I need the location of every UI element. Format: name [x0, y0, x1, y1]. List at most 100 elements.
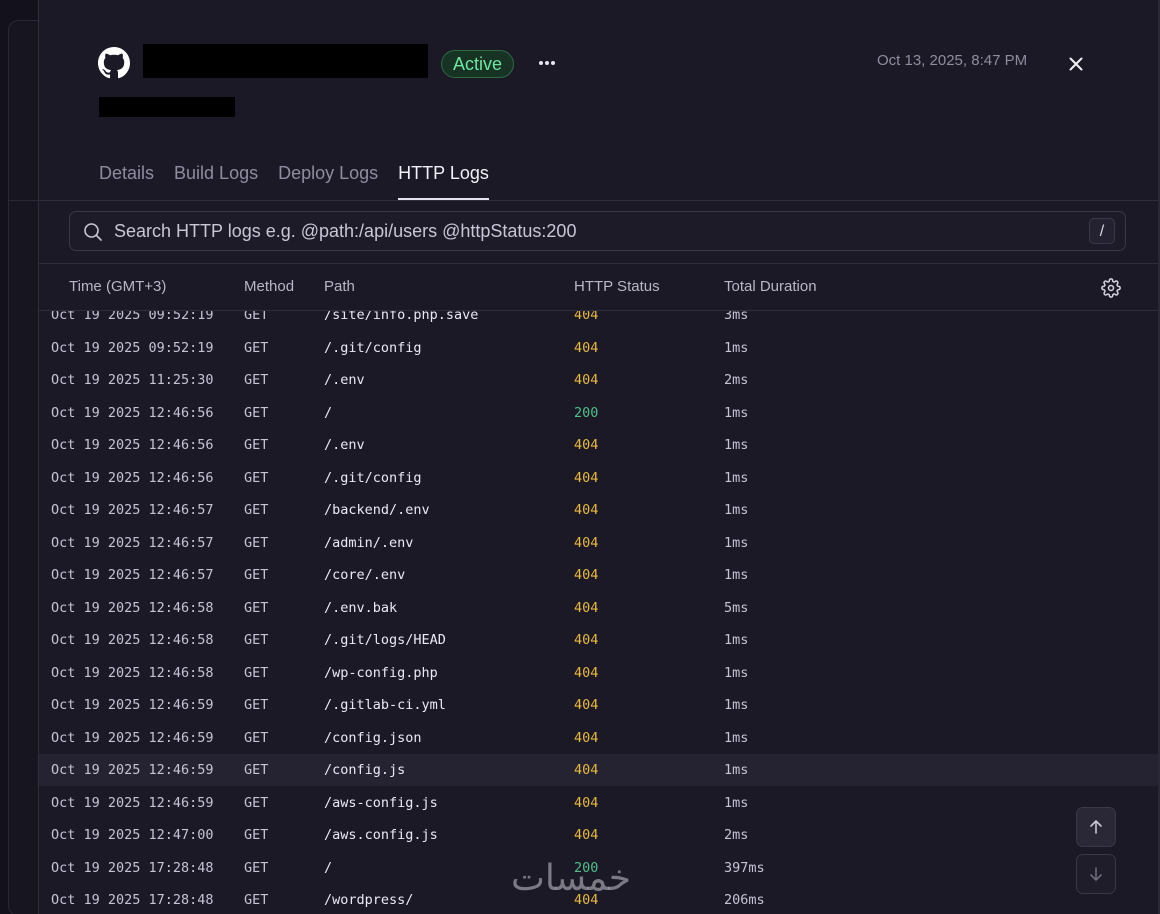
cell-path: /site/info.php.save [324, 311, 479, 323]
cell-http-status: 404 [574, 567, 599, 583]
search-box: / [69, 211, 1126, 251]
github-icon [98, 47, 130, 79]
table-row[interactable]: Oct 19 2025 12:46:58 GET /.env.bak 404 5ms [39, 592, 1158, 624]
table-row[interactable]: Oct 19 2025 12:46:56 GET / 200 1ms [39, 397, 1158, 429]
cell-method: GET [244, 729, 269, 746]
cell-time: Oct 19 2025 12:46:56 [51, 469, 214, 486]
cell-path: /wp-config.php [324, 664, 438, 681]
arrow-down-icon [1090, 867, 1102, 881]
table-row[interactable]: Oct 19 2025 12:46:57 GET/backend/.env 404 1… [39, 494, 1158, 526]
cell-http-status: 404 [574, 762, 599, 778]
table-row[interactable]: Oct 19 2025 09:52:19 GET /.git/config 404 1m… [39, 332, 1158, 364]
cell-path: / [324, 859, 333, 876]
column-header-total-duration[interactable]: Total Duration [724, 278, 817, 295]
cell-method: GET [244, 697, 269, 713]
cell-time: Oct 19 2025 09:52:19 [51, 339, 214, 356]
cell-http-status: 404 [574, 534, 599, 551]
cell-method: GET [244, 437, 269, 453]
table-row[interactable]: Oct 19 2025 12:46:57 GET/admin/.env 404 1ms [39, 527, 1158, 559]
tab-build-logs[interactable]: Build Logs [174, 160, 258, 200]
cell-time: Oct 19 2025 12:46:59 [51, 729, 214, 746]
cell-path: /.git/config [324, 469, 422, 486]
cell-time: Oct 19 2025 12:46:59 [51, 762, 214, 778]
http-logs-table-body[interactable]: Oct 19 2025 09:52:19 GET/site/info.php.sa… [39, 299, 1158, 914]
scroll-down-button[interactable] [1076, 854, 1116, 894]
cell-method: GET [244, 599, 269, 616]
cell-method: GET [244, 664, 269, 681]
table-row[interactable]: Oct 19 2025 12:46:58 GET/wp-config.php 404… [39, 657, 1158, 689]
search-shortcut-key: / [1089, 218, 1115, 244]
cell-method: GET [244, 859, 269, 876]
cell-time: Oct 19 2025 12:46:56 [51, 404, 214, 421]
cell-path: /wordpress/ [324, 892, 414, 908]
cell-path: /aws.config.js [324, 827, 438, 843]
cell-total-duration: 5ms [724, 599, 749, 616]
cell-time: Oct 19 2025 12:46:59 [51, 794, 214, 811]
cell-http-status: 404 [574, 372, 599, 388]
cell-path: /config.js [324, 762, 406, 778]
cell-http-status: 404 [574, 599, 599, 616]
cell-path: /admin/.env [324, 534, 414, 551]
background-divider [8, 200, 38, 201]
table-settings-button[interactable] [1101, 278, 1121, 298]
cell-total-duration: 1ms [724, 567, 749, 583]
search-icon [84, 223, 102, 241]
tab-deploy-logs[interactable]: Deploy Logs [278, 160, 378, 200]
cell-method: GET [244, 567, 269, 583]
cell-http-status: 404 [574, 697, 599, 713]
cell-path: /backend/.env [324, 502, 430, 518]
search-input[interactable] [114, 216, 1074, 246]
watermark-logo: خمسات [511, 858, 632, 899]
cell-path: /aws-config.js [324, 794, 438, 811]
page: Active Oct 13, 2025, 8:47 PM Details Bui… [0, 0, 1160, 914]
tab-details[interactable]: Details [99, 160, 154, 200]
cell-time: Oct 19 2025 12:46:58 [51, 599, 214, 616]
table-row[interactable]: Oct 19 2025 11:25:30 GET /.env 404 2ms [39, 364, 1158, 396]
cell-http-status: 200 [574, 404, 599, 421]
column-header-path[interactable]: Path [324, 278, 355, 295]
more-options-button[interactable] [533, 50, 561, 76]
cell-time: Oct 19 2025 12:46:56 [51, 437, 214, 453]
cell-path: /.env [324, 372, 365, 388]
table-row[interactable]: Oct 19 2025 12:46:56 GET /.git/config 404 1m… [39, 462, 1158, 494]
cell-total-duration: 1ms [724, 437, 749, 453]
cell-time: Oct 19 2025 12:46:57 [51, 567, 214, 583]
close-button[interactable] [1063, 52, 1089, 76]
cell-http-status: 404 [574, 729, 599, 746]
table-row[interactable]: Oct 19 2025 09:52:19 GET/site/info.php.sa… [39, 311, 1158, 331]
cell-total-duration: 1ms [724, 697, 749, 713]
table-row[interactable]: Oct 19 2025 12:46:59 GET/aws-config.js 404… [39, 787, 1158, 819]
cell-total-duration: 1ms [724, 502, 749, 518]
column-header-http-status[interactable]: HTTP Status [574, 278, 660, 295]
cell-total-duration: 1ms [724, 762, 749, 778]
table-row[interactable]: Oct 19 2025 12:46:59 GET/config.js 404 1ms [39, 754, 1158, 786]
table-row[interactable]: Oct 19 2025 12:46:59 GET/config.json 404 1m… [39, 722, 1158, 754]
table-row[interactable]: Oct 19 2025 12:46:56 GET /.env 404 1ms [39, 429, 1158, 461]
cell-path: /.env.bak [324, 599, 398, 616]
tabs-divider [39, 200, 1158, 201]
column-header-time[interactable]: Time (GMT+3) [69, 278, 166, 295]
cell-total-duration: 1ms [724, 664, 749, 681]
cell-time: Oct 19 2025 11:25:30 [51, 372, 214, 388]
table-row[interactable]: Oct 19 2025 12:46:57 GET/core/.env 404 1ms [39, 559, 1158, 591]
cell-http-status: 404 [574, 502, 599, 518]
table-row[interactable]: Oct 19 2025 12:46:59 GET /.gitlab-ci.yml 40… [39, 689, 1158, 721]
cell-path: /.env [324, 437, 365, 453]
cell-path: / [324, 404, 333, 421]
cell-http-status: 404 [574, 311, 599, 323]
cell-method: GET [244, 311, 269, 323]
column-header-method[interactable]: Method [244, 278, 294, 295]
cell-total-duration: 1ms [724, 632, 749, 648]
http-logs-rows: Oct 19 2025 09:52:19 GET/site/info.php.sa… [39, 311, 1158, 914]
cell-method: GET [244, 372, 269, 388]
scroll-up-button[interactable] [1076, 807, 1116, 847]
deploy-timestamp: Oct 13, 2025, 8:47 PM [877, 52, 1028, 69]
cell-time: Oct 19 2025 09:52:19 [51, 311, 214, 323]
table-row[interactable]: Oct 19 2025 12:47:00 GET/aws.config.js 404… [39, 819, 1158, 851]
tab-http-logs[interactable]: HTTP Logs [398, 160, 489, 200]
more-horizontal-icon [539, 61, 555, 65]
cell-total-duration: 1ms [724, 404, 749, 421]
gear-icon [1101, 278, 1121, 298]
table-row[interactable]: Oct 19 2025 12:46:58 GET /.git/logs/HEAD 40… [39, 624, 1158, 656]
cell-path: /.git/logs/HEAD [324, 632, 446, 648]
